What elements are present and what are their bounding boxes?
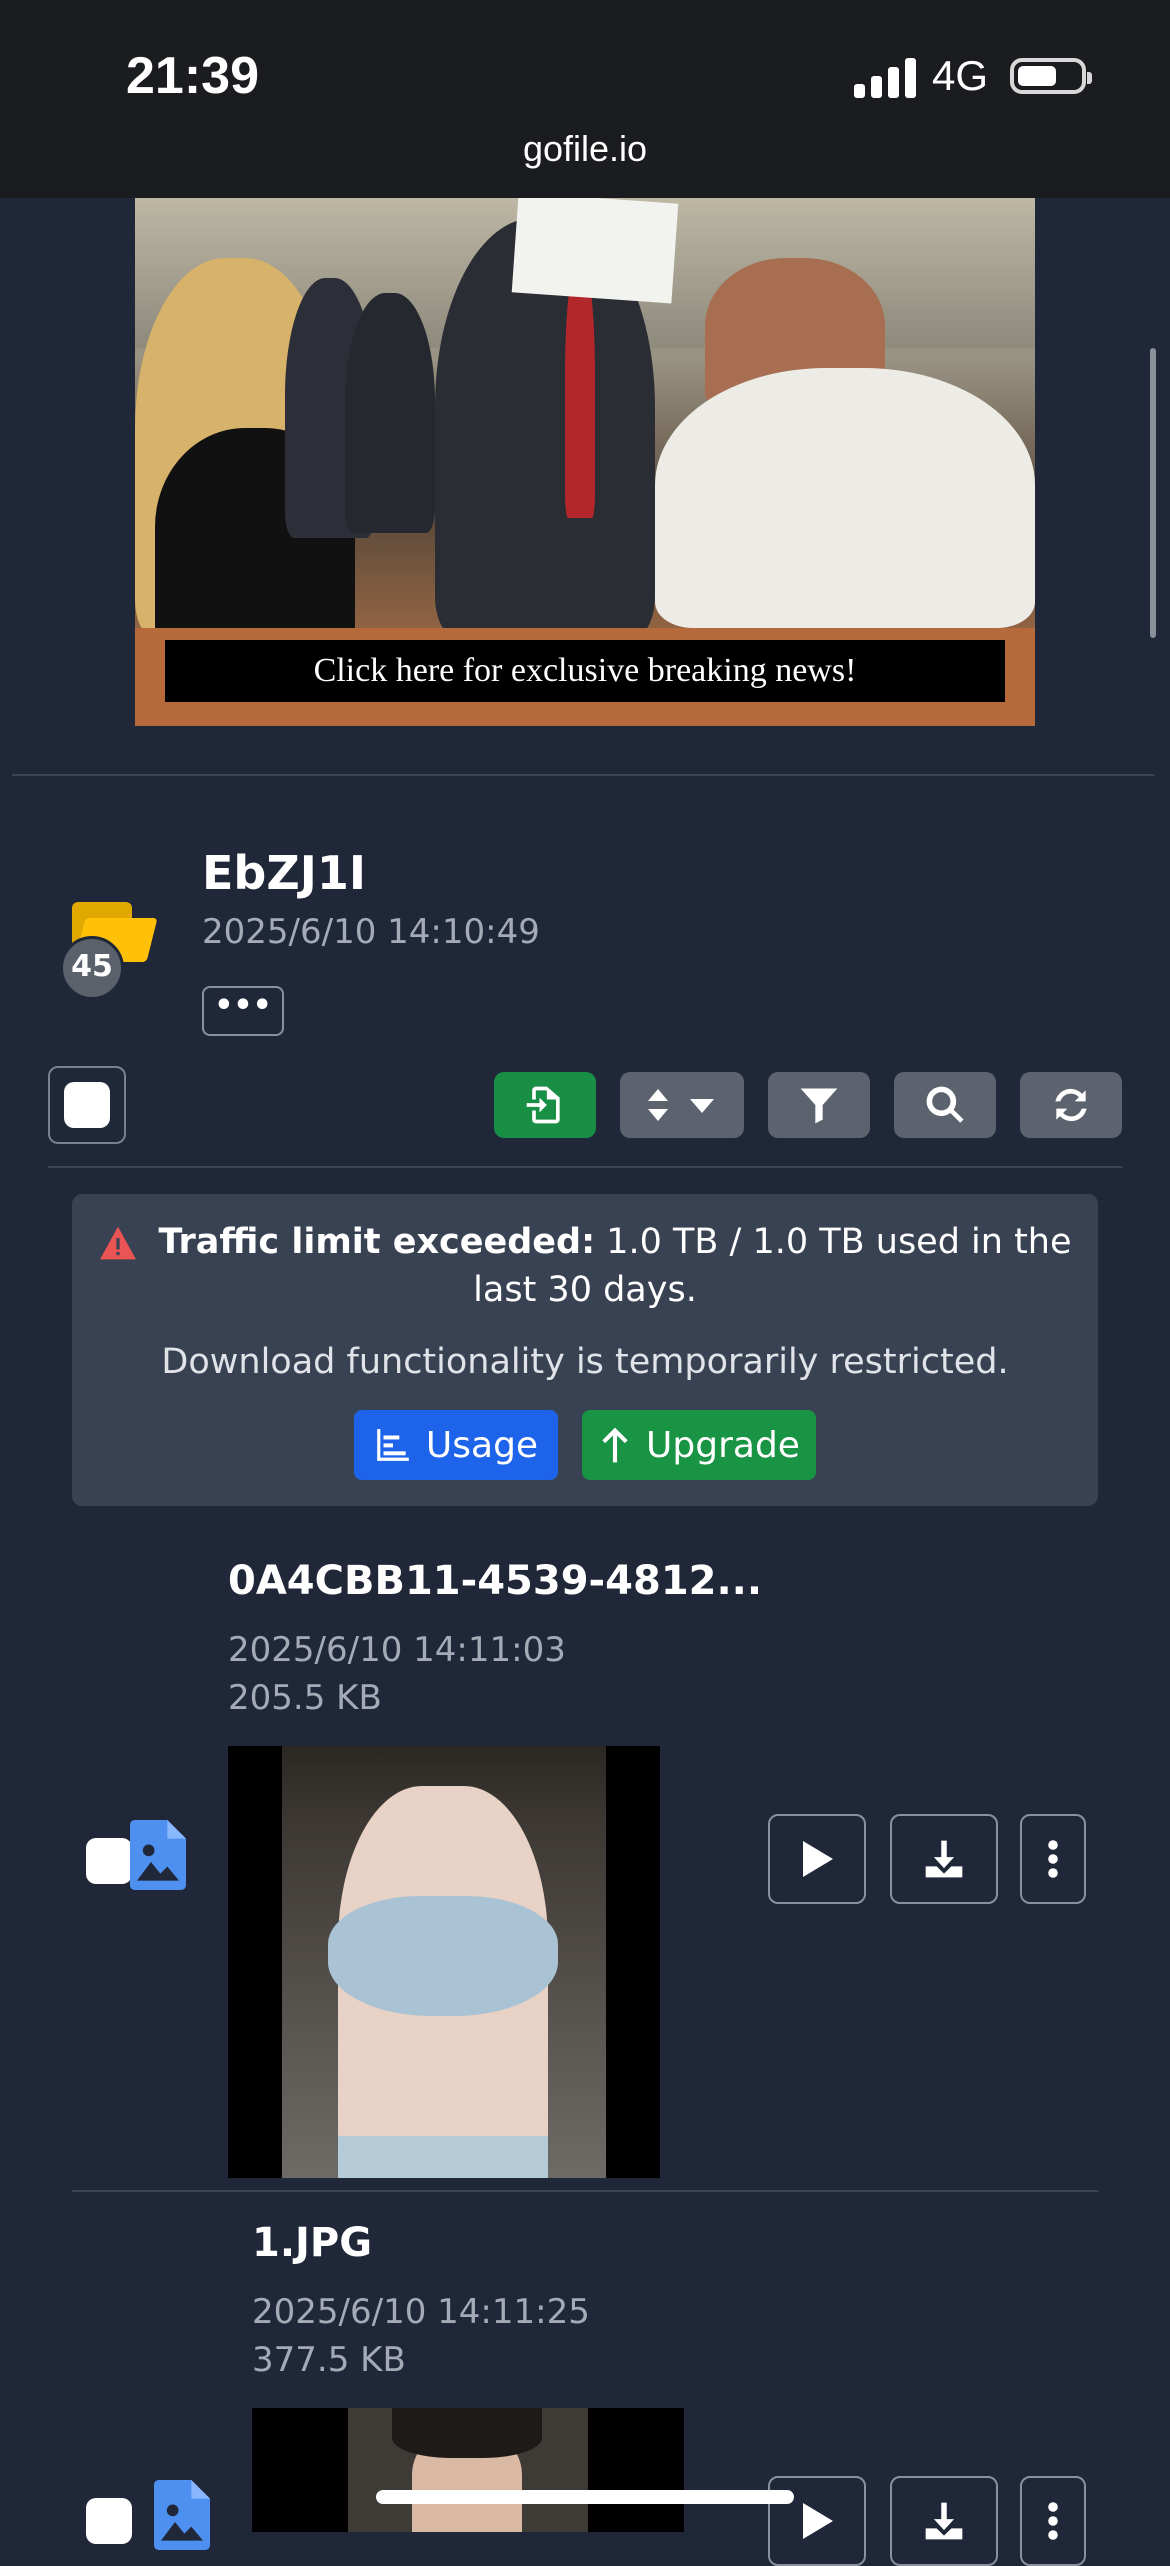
play-button[interactable] [768, 1814, 866, 1904]
warning-icon [100, 1226, 137, 1260]
filter-icon [800, 1088, 838, 1124]
download-icon [925, 1840, 963, 1878]
sort-button[interactable] [620, 1072, 744, 1138]
search-icon [926, 1086, 964, 1123]
file-checkbox[interactable] [86, 2498, 132, 2544]
ad-banner-image[interactable]: Click here for exclusive breaking news! [135, 198, 1035, 726]
chart-icon [377, 1429, 409, 1461]
vertical-ellipsis-icon [1048, 1840, 1058, 1878]
network-type: 4G [932, 52, 989, 99]
image-file-icon [154, 2480, 210, 2550]
scrollbar[interactable] [1150, 348, 1156, 638]
alert-title: Traffic limit exceeded: [158, 1222, 596, 1262]
signal-icon [854, 56, 916, 98]
home-indicator[interactable] [376, 2490, 794, 2504]
divider [72, 2190, 1098, 2192]
file-thumbnail[interactable] [252, 2408, 684, 2532]
file-date: 2025/6/10 14:11:25 [252, 2292, 590, 2332]
file-name[interactable]: 0A4CBB11-4539-4812... [228, 1558, 762, 1604]
play-icon [803, 1841, 833, 1877]
address-bar[interactable]: gofile.io [0, 128, 1170, 170]
alert-restriction-text: Download functionality is temporarily re… [161, 1342, 1009, 1382]
refresh-icon [1055, 1088, 1087, 1122]
file-date: 2025/6/10 14:11:03 [228, 1630, 566, 1670]
file-name[interactable]: 1.JPG [252, 2220, 372, 2266]
search-button[interactable] [894, 1072, 996, 1138]
file-size: 205.5 KB [228, 1678, 382, 1718]
file-thumbnail[interactable] [228, 1746, 660, 2178]
usage-button[interactable]: Usage [354, 1410, 558, 1480]
select-all-checkbox[interactable] [48, 1066, 126, 1144]
divider [48, 1166, 1122, 1168]
import-icon [526, 1086, 560, 1124]
divider [12, 774, 1154, 776]
file-more-button[interactable] [1020, 2476, 1086, 2566]
import-button[interactable] [494, 1072, 596, 1138]
play-icon [803, 2503, 833, 2539]
download-button[interactable] [890, 2476, 998, 2566]
file-count-badge: 45 [60, 936, 124, 1000]
usage-label: Usage [425, 1424, 539, 1466]
vertical-ellipsis-icon [1048, 2502, 1058, 2540]
file-more-button[interactable] [1020, 1814, 1086, 1904]
upgrade-label: Upgrade [646, 1424, 800, 1466]
ad-banner-text[interactable]: Click here for exclusive breaking news! [165, 640, 1005, 702]
file-checkbox[interactable] [86, 1838, 132, 1884]
battery-icon [1010, 58, 1092, 94]
file-size: 377.5 KB [252, 2340, 406, 2380]
sort-icon [648, 1089, 714, 1121]
folder-more-button[interactable]: ••• [202, 986, 284, 1036]
folder-name: EbZJ1I [202, 846, 366, 900]
image-file-icon [130, 1820, 186, 1890]
upgrade-button[interactable]: Upgrade [582, 1410, 816, 1480]
clock: 21:39 [126, 47, 259, 105]
refresh-button[interactable] [1020, 1072, 1122, 1138]
download-icon [925, 2502, 963, 2540]
filter-button[interactable] [768, 1072, 870, 1138]
download-button[interactable] [890, 1814, 998, 1904]
folder-date: 2025/6/10 14:10:49 [202, 912, 540, 952]
status-bar: 21:39 4G gofile.io [0, 0, 1170, 198]
arrow-up-icon [602, 1427, 628, 1463]
traffic-limit-alert: Traffic limit exceeded: 1.0 TB / 1.0 TB … [72, 1194, 1098, 1506]
